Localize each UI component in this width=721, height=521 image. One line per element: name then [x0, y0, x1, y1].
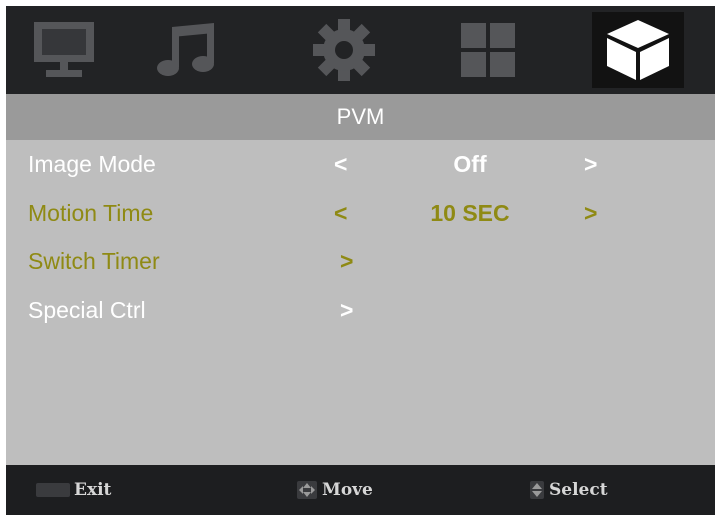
menu-row-label: Switch Timer [28, 248, 160, 274]
move-label: Move [322, 480, 373, 500]
grid-icon [461, 23, 515, 77]
move-arrows-icon [297, 481, 317, 499]
tab-channel[interactable] [442, 12, 534, 88]
monitor-icon [34, 22, 94, 77]
menu-row-label: Motion Time [28, 200, 154, 226]
music-note-icon [157, 23, 214, 76]
exit-label: Exit [74, 480, 112, 500]
menu-row-value: 10 SEC [430, 200, 510, 226]
menu-row-label: Special Ctrl [28, 297, 146, 323]
tab-sound[interactable] [141, 12, 233, 88]
tab-setup[interactable] [298, 12, 390, 88]
move-hint: Move [296, 480, 373, 500]
menu-row-label: Image Mode [28, 151, 156, 177]
increase-arrow[interactable]: > [584, 151, 597, 178]
menu-row-motion-time[interactable]: Motion Time < 10 SEC > [6, 191, 715, 235]
menu-row-value: Off [453, 151, 487, 177]
menu-row-switch-timer[interactable]: Switch Timer > [6, 239, 715, 283]
menu-row-image-mode[interactable]: Image Mode < Off > [6, 142, 715, 186]
cube-icon [607, 20, 669, 80]
increase-arrow[interactable]: > [584, 200, 597, 227]
tab-picture[interactable] [18, 12, 110, 88]
menu-tab-bar [6, 6, 715, 94]
submenu-arrow[interactable]: > [340, 248, 353, 275]
gear-icon [313, 19, 375, 81]
select-arrows-icon [530, 481, 544, 499]
tab-function[interactable] [592, 12, 684, 88]
menu-row-special-ctrl[interactable]: Special Ctrl > [6, 288, 715, 332]
key-hint-bar: Exit Move Select [6, 465, 715, 515]
menu-key-icon [36, 483, 70, 497]
decrease-arrow[interactable]: < [334, 200, 347, 227]
exit-hint: Exit [36, 480, 111, 500]
menu-title: PVM [6, 94, 715, 140]
select-label: Select [549, 480, 608, 500]
osd-screen: PVM Image Mode < Off > Motion Time < 10 … [6, 6, 715, 515]
select-hint: Select [529, 480, 608, 500]
decrease-arrow[interactable]: < [334, 151, 347, 178]
submenu-arrow[interactable]: > [340, 297, 353, 324]
